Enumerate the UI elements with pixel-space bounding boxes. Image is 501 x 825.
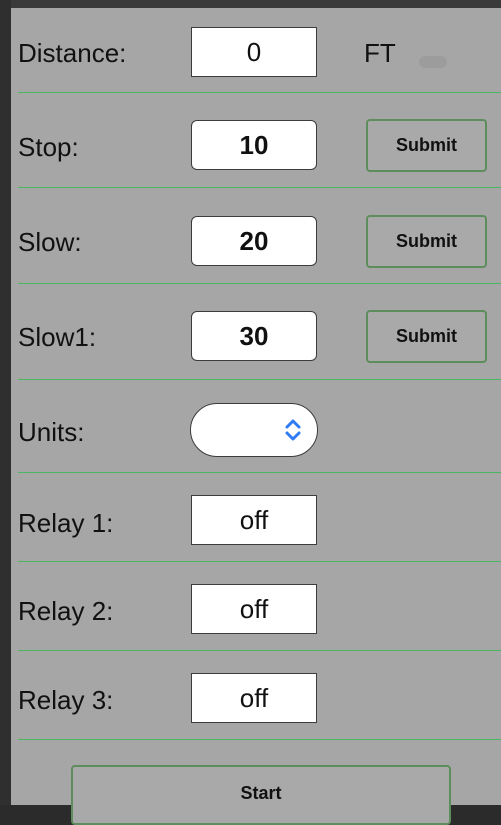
row-divider [18, 283, 501, 284]
chevron-up-down-icon [285, 419, 301, 441]
stop-input[interactable]: 10 [191, 120, 317, 170]
relay3-status: off [191, 673, 317, 723]
units-select[interactable] [190, 403, 318, 457]
left-edge [0, 0, 11, 805]
slow-submit-button[interactable]: Submit [366, 215, 487, 268]
relay1-status: off [191, 495, 317, 545]
stop-label: Stop: [18, 132, 79, 162]
slow1-input[interactable]: 30 [191, 311, 317, 361]
top-bar [0, 0, 501, 8]
relay3-label: Relay 3: [18, 685, 114, 715]
relay1-label: Relay 1: [18, 508, 114, 538]
row-divider [18, 561, 501, 562]
slow-input[interactable]: 20 [191, 216, 317, 266]
stop-submit-button[interactable]: Submit [366, 119, 487, 172]
distance-field[interactable]: 0 [191, 27, 317, 77]
row-divider [18, 472, 501, 473]
row-divider [18, 92, 501, 93]
start-button[interactable]: Start [71, 765, 451, 825]
app-frame: Distance: 0 FT Stop: 10 Submit Slow: 20 … [0, 0, 501, 825]
distance-label: Distance: [18, 38, 127, 68]
background-smudge [419, 56, 447, 68]
relay2-label: Relay 2: [18, 596, 114, 626]
row-divider [18, 187, 501, 188]
relay2-status: off [191, 584, 317, 634]
distance-unit: FT [364, 38, 396, 68]
slow1-label: Slow1: [18, 322, 97, 352]
row-divider [18, 650, 501, 651]
slow-label: Slow: [18, 227, 82, 257]
row-divider [18, 379, 501, 380]
units-label: Units: [18, 417, 85, 447]
control-panel: Distance: 0 FT Stop: 10 Submit Slow: 20 … [11, 8, 501, 825]
row-divider [18, 739, 501, 740]
slow1-submit-button[interactable]: Submit [366, 310, 487, 363]
